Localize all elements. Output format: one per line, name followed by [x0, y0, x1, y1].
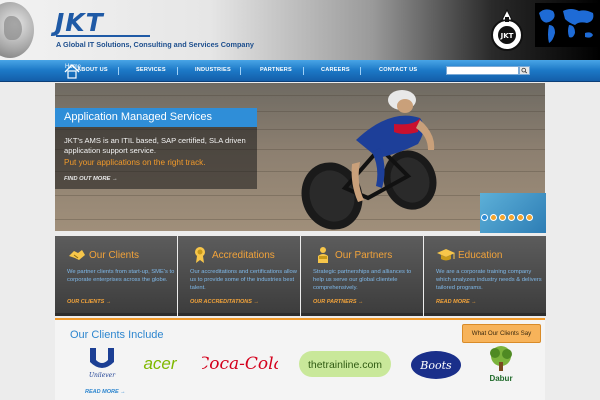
boots-wordmark: Boots — [419, 359, 452, 372]
feature-box-partners: Our Partners Strategic partnerships and … — [301, 236, 423, 316]
hero-title: Application Managed Services — [64, 111, 212, 123]
box-text: We partner clients from start-up, SME's … — [67, 269, 175, 283]
nav-divider — [177, 67, 178, 75]
jkt-emblem-icon: JKT — [491, 8, 523, 51]
hero-description: JKT's AMS is an ITIL based, SAP certifie… — [64, 136, 246, 155]
track-blue-lane — [480, 193, 546, 233]
nav-divider — [303, 67, 304, 75]
award-medal-icon — [195, 247, 205, 263]
coca-cola-logo[interactable]: Coca-Cola — [202, 346, 278, 378]
what-our-clients-say-button[interactable]: What Our Clients Say — [462, 324, 541, 343]
nav-divider — [240, 67, 241, 75]
arrow-right-icon: → — [253, 299, 259, 305]
arrow-right-icon: → — [112, 176, 118, 182]
hero-tagline: Put your applications on the right track… — [64, 158, 206, 167]
nav-about-us[interactable]: ABOUT US — [77, 67, 108, 73]
box-text: Strategic partnerships and alliances to … — [313, 269, 412, 291]
box-link-label: OUR ACCREDITATIONS — [190, 299, 252, 305]
page: JKT A Global IT Solutions, Consulting an… — [0, 0, 600, 400]
arrow-right-icon: → — [120, 389, 126, 395]
globe-icon — [0, 2, 34, 58]
arrow-right-icon: → — [358, 299, 364, 305]
dabur-wordmark: Dabur — [489, 374, 512, 383]
box-link-label: READ MORE — [436, 299, 470, 305]
clients-section-title: Our Clients Include — [70, 329, 164, 341]
nav-industries[interactable]: INDUSTRIES — [195, 67, 231, 73]
slider-dot[interactable] — [508, 214, 515, 221]
acer-logo[interactable]: acer — [136, 352, 184, 374]
boots-logo[interactable]: Boots — [410, 350, 462, 380]
company-tagline: A Global IT Solutions, Consulting and Se… — [56, 40, 254, 49]
site-header: JKT A Global IT Solutions, Consulting an… — [0, 0, 600, 60]
box-link-label: OUR CLIENTS — [67, 299, 105, 305]
acer-wordmark: acer — [143, 354, 177, 373]
handshake-icon — [69, 250, 85, 260]
thetrainline-wordmark: thetrainline.com — [308, 359, 382, 371]
education-read-more-link[interactable]: READ MORE → — [436, 299, 477, 305]
feature-box-accreditations: Accreditations Our accreditations and ce… — [178, 236, 300, 316]
box-text: We are a corporate training company whic… — [436, 269, 542, 291]
partners-people-icon — [318, 247, 328, 263]
find-out-more-label: FIND OUT MORE — [64, 176, 111, 182]
read-more-label: READ MORE — [85, 389, 119, 395]
our-accreditations-link[interactable]: OUR ACCREDITATIONS → — [190, 299, 259, 305]
thetrainline-logo[interactable]: thetrainline.com — [298, 350, 392, 378]
graduation-cap-icon — [437, 249, 455, 261]
search-icon[interactable] — [519, 66, 530, 75]
box-title: Our Partners — [335, 250, 393, 261]
coca-cola-wordmark: Coca-Cola — [202, 354, 278, 374]
slider-dot[interactable] — [526, 214, 533, 221]
our-clients-link[interactable]: OUR CLIENTS → — [67, 299, 111, 305]
slider-dot[interactable] — [481, 214, 488, 221]
logo-underline — [56, 35, 150, 37]
unilever-logo[interactable]: Unilever — [86, 346, 118, 380]
box-link-label: OUR PARTNERS — [313, 299, 357, 305]
unilever-wordmark: Unilever — [89, 372, 116, 379]
nav-services[interactable]: SERVICES — [136, 67, 166, 73]
slider-dot[interactable] — [517, 214, 524, 221]
nav-divider — [118, 67, 119, 75]
box-title: Our Clients — [89, 250, 140, 261]
nav-contact-us[interactable]: CONTACT US — [379, 67, 417, 73]
box-text: Our accreditations and certifications al… — [190, 269, 297, 291]
nav-careers[interactable]: CAREERS — [321, 67, 350, 73]
our-partners-link[interactable]: OUR PARTNERS → — [313, 299, 364, 305]
world-map-icon — [535, 3, 599, 47]
svg-text:JKT: JKT — [500, 32, 514, 40]
arrow-right-icon: → — [471, 299, 477, 305]
slider-dot[interactable] — [490, 214, 497, 221]
search-input[interactable] — [446, 66, 519, 75]
feature-box-education: Education We are a corporate training co… — [424, 236, 546, 316]
find-out-more-link[interactable]: FIND OUT MORE → — [64, 176, 118, 182]
dabur-logo[interactable]: Dabur — [484, 344, 518, 386]
cyclist-image — [301, 90, 437, 230]
nav-partners[interactable]: PARTNERS — [260, 67, 292, 73]
jkt-logo[interactable]: JKT — [55, 9, 104, 37]
arrow-right-icon: → — [105, 299, 112, 305]
feature-box-clients: Our Clients We partner clients from star… — [55, 236, 177, 316]
nav-divider — [360, 67, 361, 75]
box-title: Education — [458, 250, 503, 261]
slider-dot[interactable] — [499, 214, 506, 221]
box-title: Accreditations — [212, 250, 275, 261]
clients-read-more-link[interactable]: READ MORE → — [85, 389, 126, 395]
